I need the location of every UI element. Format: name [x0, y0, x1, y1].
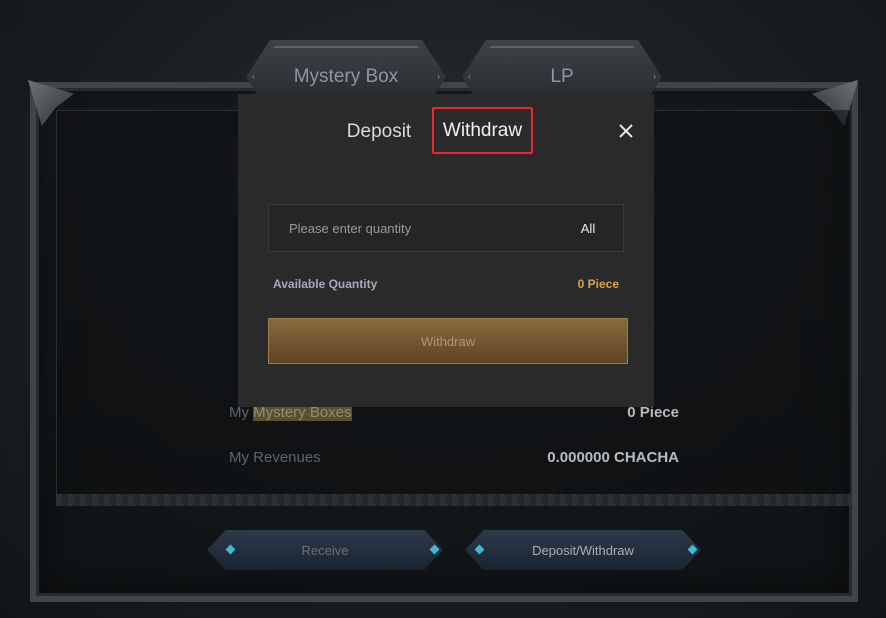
available-quantity-label: Available Quantity [273, 277, 378, 291]
panel-divider [56, 494, 852, 506]
withdraw-submit-label: Withdraw [420, 333, 476, 349]
receive-button[interactable]: Receive [207, 530, 443, 570]
tab-deposit[interactable]: Deposit [338, 117, 420, 147]
tab-deposit-label: Deposit [346, 121, 412, 142]
my-revenues-value: 0.000000 CHACHA [547, 449, 679, 466]
tab-withdraw-label: Withdraw [442, 119, 523, 141]
my-revenues-row: My Revenues 0.000000 CHACHA [229, 449, 679, 466]
deposit-withdraw-button-label: Deposit/Withdraw [532, 542, 634, 558]
quantity-input[interactable] [269, 205, 553, 251]
receive-button-label: Receive [301, 542, 349, 558]
quantity-field: All [268, 204, 624, 252]
close-icon[interactable] [616, 121, 636, 141]
tab-lp-label: LP [550, 66, 574, 87]
deposit-withdraw-button[interactable]: Deposit/Withdraw [465, 530, 701, 570]
withdraw-submit-button[interactable]: Withdraw [268, 318, 628, 364]
all-button[interactable]: All [553, 221, 623, 236]
tab-mystery-box-label: Mystery Box [293, 66, 399, 87]
available-quantity-row: Available Quantity 0 Piece [273, 277, 619, 291]
my-revenues-label: My Revenues [229, 449, 321, 466]
tab-withdraw[interactable]: Withdraw [432, 107, 533, 154]
available-quantity-value: 0 Piece [577, 277, 619, 291]
